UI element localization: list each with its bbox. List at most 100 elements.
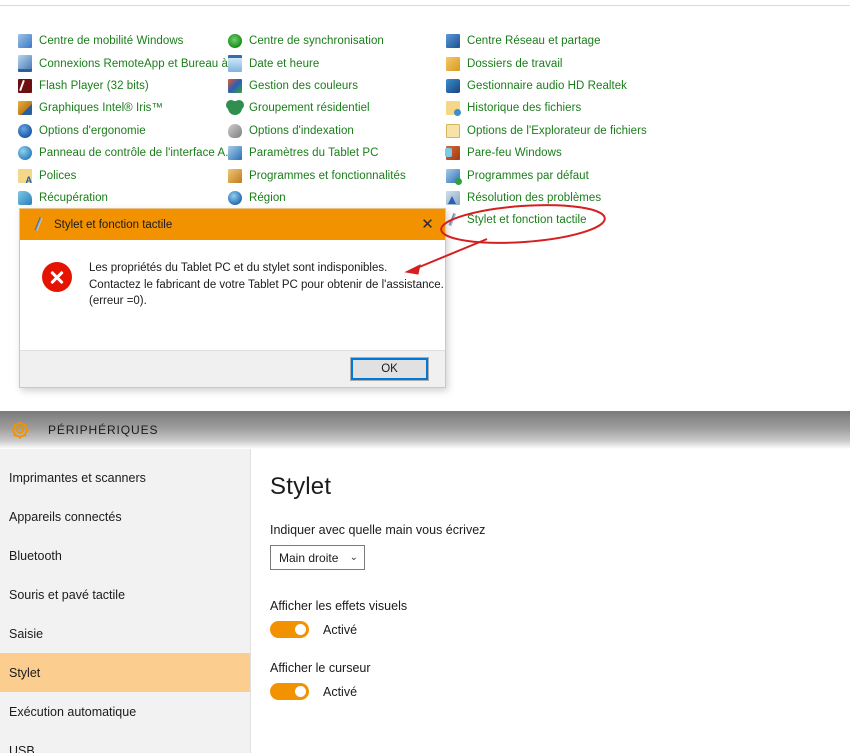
error-dialog-titlebar: Stylet et fonction tactile ✕ [20, 209, 445, 240]
sidebar-item-bluetooth[interactable]: Bluetooth [0, 536, 250, 575]
error-cross-icon [42, 262, 72, 292]
sidebar-item-label: Imprimantes et scanners [9, 470, 146, 485]
color-management-icon [228, 78, 242, 93]
window-divider-line [0, 5, 850, 6]
handedness-group: Indiquer avec quelle main vous écrivez M… [270, 523, 850, 570]
control-panel-column-2: Centre de synchronisation Date et heure Ge… [228, 30, 448, 209]
error-dialog-message: Les propriétés du Tablet PC et du stylet… [89, 260, 444, 350]
control-panel-item[interactable]: Dossiers de travail [446, 52, 746, 74]
indexing-options-icon [228, 123, 242, 138]
control-panel-item[interactable]: Centre Réseau et partage [446, 30, 746, 52]
control-panel-item-label: Stylet et fonction tactile [467, 214, 587, 227]
work-folders-icon [446, 56, 460, 71]
control-panel-item-label: Date et heure [249, 57, 320, 70]
file-history-icon [446, 101, 461, 117]
ease-of-access-icon [18, 123, 32, 138]
default-programs-icon [446, 168, 462, 185]
handedness-select[interactable]: Main droite ⌄ [270, 545, 365, 570]
cursor-row: Activé [270, 683, 850, 700]
control-panel-item[interactable]: Programmes par défaut [446, 164, 746, 186]
control-panel-item[interactable]: Historique des fichiers [446, 97, 746, 119]
control-panel-item[interactable]: Groupement résidentiel [228, 97, 448, 119]
cursor-state: Activé [323, 684, 358, 699]
sidebar-item-label: Bluetooth [9, 548, 62, 563]
sidebar-item-label: Souris et pavé tactile [9, 587, 126, 602]
control-panel-item-label: Résolution des problèmes [467, 191, 602, 204]
control-panel-column-3: Centre Réseau et partage Dossiers de trav… [445, 30, 746, 232]
close-icon[interactable]: ✕ [419, 216, 436, 233]
toggle-knob [295, 624, 306, 635]
sidebar-item-stylet[interactable]: Stylet [0, 653, 250, 692]
sidebar-item-saisie[interactable]: Saisie [0, 614, 250, 653]
page-title: Stylet [270, 473, 332, 500]
sidebar-item-appareils-connect-s[interactable]: Appareils connectés [0, 497, 250, 536]
visual-effects-state: Activé [323, 622, 358, 637]
control-panel-item-label: Flash Player (32 bits) [39, 79, 149, 92]
control-panel-item-label: Programmes par défaut [467, 169, 589, 182]
sidebar-item-label: Appareils connectés [9, 509, 122, 524]
control-panel-item[interactable]: Gestion des couleurs [228, 75, 448, 97]
control-panel-item-label: Graphiques Intel® Iris™ [39, 102, 164, 115]
handedness-value: Main droite [279, 550, 339, 565]
control-panel-item-label: Région [249, 191, 286, 204]
control-panel-item[interactable]: Pare-feu Windows [445, 142, 746, 164]
programs-features-icon [228, 168, 242, 183]
tablet-pc-settings-icon [228, 146, 242, 161]
recovery-icon [18, 190, 32, 205]
sidebar-item-label: Exécution automatique [9, 704, 137, 719]
control-panel-item[interactable]: Centre de synchronisation [228, 30, 448, 52]
fonts-icon [18, 168, 32, 185]
control-panel-item[interactable]: Gestionnaire audio HD Realtek [446, 75, 746, 97]
control-panel-item-label: Programmes et fonctionnalités [249, 169, 406, 182]
control-panel-item[interactable]: Région [228, 187, 448, 209]
control-panel-item-label: Historique des fichiers [467, 102, 582, 115]
control-panel-item[interactable]: Options de l'Explorateur de fichiers [446, 120, 746, 142]
pen-icon [31, 217, 46, 232]
realtek-audio-icon [446, 78, 460, 93]
error-message-line: Les propriétés du Tablet PC et du stylet… [89, 262, 388, 274]
gear-icon [9, 419, 31, 441]
control-panel-items-grid: Centre de mobilité Windows Connexions Rem… [0, 30, 850, 226]
control-panel-item[interactable]: Programmes et fonctionnalités [228, 164, 448, 186]
control-panel-item-label: Panneau de contrôle de l'interface A... [39, 147, 235, 160]
control-panel-screenshot: Centre de mobilité Windows Connexions Rem… [0, 0, 850, 400]
ok-button[interactable]: OK [350, 357, 429, 381]
chevron-down-icon: ⌄ [349, 552, 358, 563]
cursor-label: Afficher le curseur [270, 661, 371, 675]
troubleshooting-icon [446, 190, 460, 205]
control-panel-item-label: Polices [39, 169, 77, 182]
mobility-center-icon [18, 34, 32, 49]
control-panel-item-label: Gestion des couleurs [249, 79, 359, 92]
control-panel-item-label: Options de l'Explorateur de fichiers [467, 124, 647, 137]
sidebar-item-usb[interactable]: USB [0, 731, 250, 753]
control-panel-item-label: Centre de synchronisation [249, 35, 384, 48]
settings-body: Imprimantes et scanners Appareils connect… [0, 449, 850, 753]
control-panel-item-label: Dossiers de travail [467, 57, 563, 70]
control-panel-item-label: Centre Réseau et partage [467, 35, 601, 48]
region-icon [228, 190, 242, 205]
error-dialog: Stylet et fonction tactile ✕ Les proprié… [19, 208, 446, 388]
intel-graphics-icon [18, 101, 32, 116]
error-dialog-body: Les propriétés du Tablet PC et du stylet… [20, 240, 445, 350]
control-panel-item-label: Connexions RemoteApp et Bureau à... [39, 57, 238, 70]
control-panel-item-label: Options d'ergonomie [39, 124, 146, 137]
control-panel-item[interactable]: Options d'indexation [228, 120, 448, 142]
sidebar-item-ex-cution-automatique[interactable]: Exécution automatique [0, 692, 250, 731]
control-panel-item[interactable]: Date et heure [228, 52, 448, 74]
homegroup-icon [228, 101, 242, 116]
control-panel-item-label: Pare-feu Windows [467, 147, 562, 160]
cursor-toggle[interactable] [270, 683, 309, 700]
sidebar-item-label: Stylet [9, 665, 41, 680]
visual-effects-toggle[interactable] [270, 621, 309, 638]
control-panel-item[interactable]: Stylet et fonction tactile [446, 209, 746, 231]
visual-effects-row: Activé [270, 621, 850, 638]
settings-header-title: PÉRIPHÉRIQUES [48, 423, 159, 437]
control-panel-item-label: Récupération [39, 191, 109, 204]
sidebar-item-label: Saisie [9, 626, 44, 641]
sidebar-item-souris-et-pav-tactile[interactable]: Souris et pavé tactile [0, 575, 250, 614]
control-panel-item[interactable]: Résolution des problèmes [446, 187, 746, 209]
sidebar-item-imprimantes-et-scanners[interactable]: Imprimantes et scanners [0, 458, 250, 497]
settings-screenshot: PÉRIPHÉRIQUES Imprimantes et scanners App… [0, 411, 850, 753]
windows-firewall-icon [445, 146, 460, 161]
control-panel-item[interactable]: Paramètres du Tablet PC [228, 142, 448, 164]
